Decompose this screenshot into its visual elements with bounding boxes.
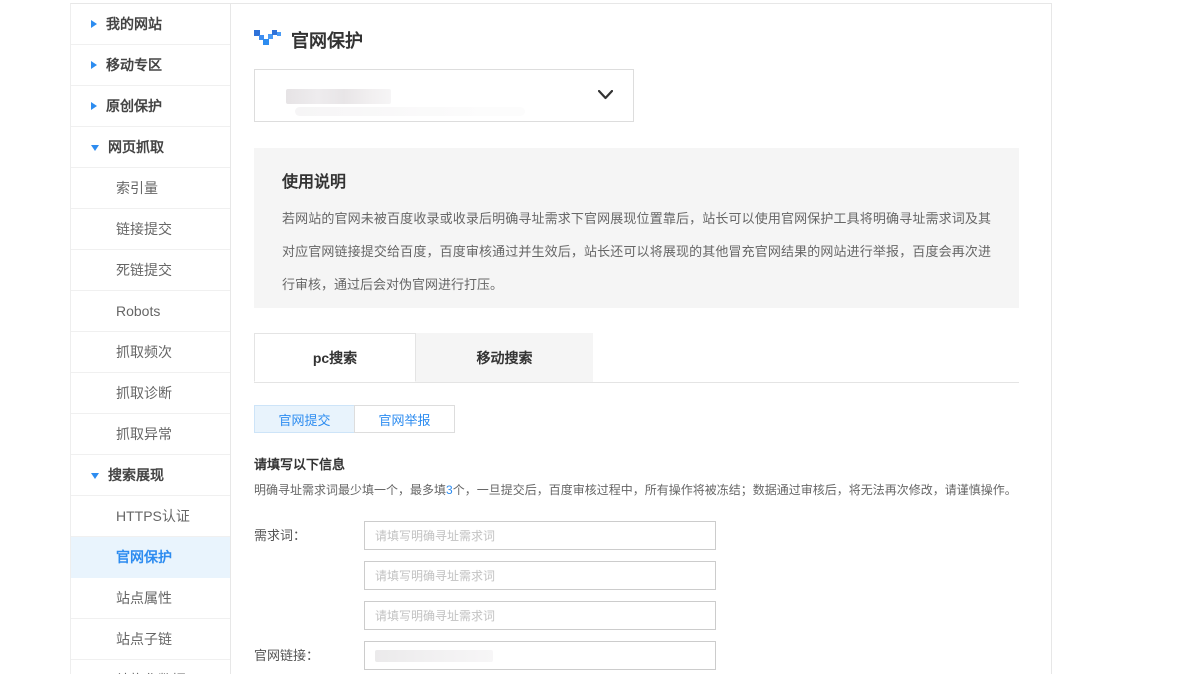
subtab-site-report[interactable]: 官网举报 bbox=[354, 405, 455, 433]
usage-instructions-box: 使用说明 若网站的官网未被百度收录或收录后明确寻址需求下官网展现位置靠后，站长可… bbox=[254, 148, 1019, 308]
form-intro-title: 请填写以下信息 bbox=[254, 454, 1019, 473]
chevron-down-icon bbox=[91, 145, 99, 151]
usage-body: 若网站的官网未被百度收录或收录后明确寻址需求下官网展现位置靠后，站长可以使用官网… bbox=[282, 202, 991, 301]
sidebar-item-crawl-exception[interactable]: 抓取异常 bbox=[71, 414, 230, 455]
sidebar-item-label: 抓取频次 bbox=[116, 342, 172, 362]
keyword-input-2[interactable] bbox=[364, 561, 716, 590]
tab-mobile-search[interactable]: 移动搜索 bbox=[416, 333, 593, 382]
redacted-site-smear bbox=[295, 107, 525, 116]
chevron-down-icon bbox=[91, 473, 99, 479]
sidebar-item-label: 搜索展现 bbox=[108, 465, 164, 485]
page-header: 官网保护 bbox=[254, 27, 1019, 53]
chevron-right-icon bbox=[91, 102, 97, 110]
sidebar-item-mobile-zone[interactable]: 移动专区 bbox=[71, 45, 230, 86]
sidebar-item-site-attributes[interactable]: 站点属性 bbox=[71, 578, 230, 619]
sidebar-item-label: 索引量 bbox=[116, 178, 158, 198]
sidebar: 我的网站 移动专区 原创保护 网页抓取 索引量 链接提交 死链提交 bbox=[71, 4, 231, 674]
sidebar-item-web-crawl[interactable]: 网页抓取 bbox=[71, 127, 230, 168]
protection-form: 需求词： 官网链接： bbox=[254, 521, 1019, 670]
official-protection-logo-icon bbox=[254, 30, 281, 51]
sidebar-item-label: 站点属性 bbox=[116, 588, 172, 608]
sidebar-item-label: 官网保护 bbox=[116, 547, 172, 567]
sidebar-item-label: 抓取异常 bbox=[116, 424, 172, 444]
keyword-inputs bbox=[364, 521, 716, 641]
redacted-site-name bbox=[286, 89, 391, 104]
chevron-down-icon bbox=[598, 90, 613, 100]
sidebar-item-crawl-diagnosis[interactable]: 抓取诊断 bbox=[71, 373, 230, 414]
sidebar-item-search-display[interactable]: 搜索展现 bbox=[71, 455, 230, 496]
sidebar-item-official-site-protection[interactable]: 官网保护 bbox=[71, 537, 230, 578]
sidebar-item-label: 死链提交 bbox=[116, 260, 172, 280]
keyword-input-1[interactable] bbox=[364, 521, 716, 550]
tab-pc-search[interactable]: pc搜索 bbox=[254, 333, 416, 382]
usage-title: 使用说明 bbox=[282, 168, 991, 192]
sidebar-item-robots[interactable]: Robots bbox=[71, 291, 230, 332]
sidebar-item-label: HTTPS认证 bbox=[116, 506, 190, 526]
official-link-row: 官网链接： bbox=[254, 641, 1019, 670]
sidebar-item-structured-data[interactable]: 结构化数据 bbox=[71, 660, 230, 674]
official-link-label: 官网链接： bbox=[254, 641, 364, 670]
keyword-label: 需求词： bbox=[254, 521, 364, 641]
sidebar-item-original-protection[interactable]: 原创保护 bbox=[71, 86, 230, 127]
sidebar-item-label: 站点子链 bbox=[116, 629, 172, 649]
site-selector-dropdown[interactable] bbox=[254, 69, 634, 122]
sidebar-item-label: 移动专区 bbox=[106, 55, 162, 75]
sidebar-item-site-sublinks[interactable]: 站点子链 bbox=[71, 619, 230, 660]
sidebar-item-dead-link-submit[interactable]: 死链提交 bbox=[71, 250, 230, 291]
main-content: 官网保护 使用说明 若网站的官网未被百度收录或收录后明确寻址需求下官网展现位置靠… bbox=[231, 4, 1051, 674]
page: 我的网站 移动专区 原创保护 网页抓取 索引量 链接提交 死链提交 bbox=[0, 0, 1200, 674]
chevron-right-icon bbox=[91, 61, 97, 69]
chevron-right-icon bbox=[91, 20, 97, 28]
desc-part2: 个，一旦提交后，百度审核过程中，所有操作将被冻结；数据通过审核后，将无法再次修改… bbox=[453, 483, 1017, 497]
page-title: 官网保护 bbox=[291, 27, 363, 53]
sidebar-item-label: 网页抓取 bbox=[108, 137, 164, 157]
sidebar-item-label: 抓取诊断 bbox=[116, 383, 172, 403]
redacted-link-value bbox=[375, 650, 493, 662]
action-subtabs: 官网提交 官网举报 bbox=[254, 405, 1019, 433]
app-shell: 我的网站 移动专区 原创保护 网页抓取 索引量 链接提交 死链提交 bbox=[70, 3, 1052, 674]
search-type-tabs: pc搜索 移动搜索 bbox=[254, 333, 1019, 383]
keyword-input-3[interactable] bbox=[364, 601, 716, 630]
sidebar-item-label: 我的网站 bbox=[106, 14, 162, 34]
sidebar-item-my-websites[interactable]: 我的网站 bbox=[71, 4, 230, 45]
keyword-row: 需求词： bbox=[254, 521, 1019, 641]
sidebar-item-crawl-frequency[interactable]: 抓取频次 bbox=[71, 332, 230, 373]
sidebar-item-index-volume[interactable]: 索引量 bbox=[71, 168, 230, 209]
official-link-input[interactable] bbox=[364, 641, 716, 670]
subtab-site-submit[interactable]: 官网提交 bbox=[254, 405, 355, 433]
sidebar-item-https-certification[interactable]: HTTPS认证 bbox=[71, 496, 230, 537]
sidebar-item-label: 链接提交 bbox=[116, 219, 172, 239]
sidebar-item-label: Robots bbox=[116, 303, 160, 319]
sidebar-item-label: 结构化数据 bbox=[116, 670, 186, 674]
desc-part1: 明确寻址需求词最少填一个，最多填 bbox=[254, 483, 446, 497]
form-intro-description: 明确寻址需求词最少填一个，最多填3个，一旦提交后，百度审核过程中，所有操作将被冻… bbox=[254, 481, 1019, 498]
desc-max-count: 3 bbox=[446, 483, 453, 497]
sidebar-item-link-submit[interactable]: 链接提交 bbox=[71, 209, 230, 250]
sidebar-item-label: 原创保护 bbox=[106, 96, 162, 116]
